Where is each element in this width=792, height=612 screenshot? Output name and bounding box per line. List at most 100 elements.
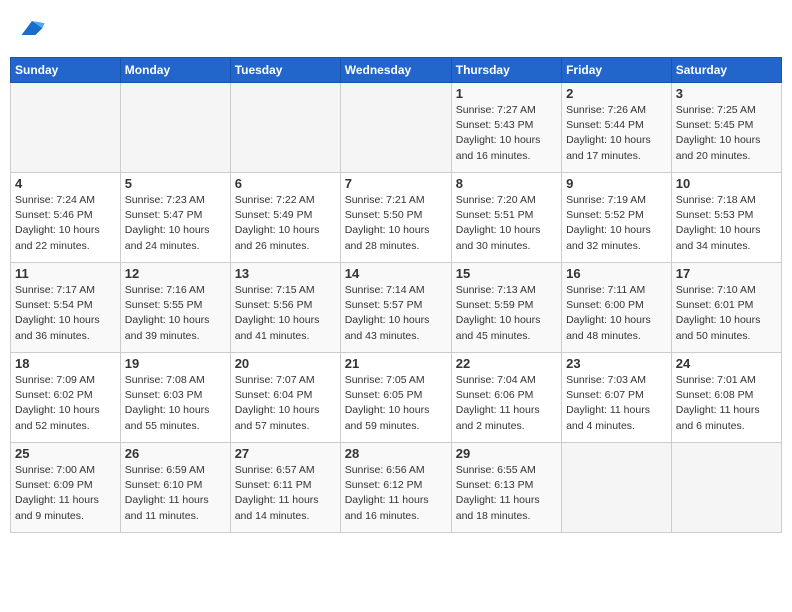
day-number: 18: [15, 356, 116, 371]
logo-icon: [18, 14, 46, 42]
calendar-cell: 14 Sunrise: 7:14 AM Sunset: 5:57 PM Dayli…: [340, 263, 451, 353]
calendar-header-row: SundayMondayTuesdayWednesdayThursdayFrid…: [11, 58, 782, 83]
calendar-cell: 25 Sunrise: 7:00 AM Sunset: 6:09 PM Dayli…: [11, 443, 121, 533]
day-info: Sunrise: 6:59 AM Sunset: 6:10 PM Dayligh…: [125, 463, 226, 524]
calendar-cell: [671, 443, 781, 533]
day-number: 13: [235, 266, 336, 281]
calendar-week-row: 1 Sunrise: 7:27 AM Sunset: 5:43 PM Daylig…: [11, 83, 782, 173]
calendar-cell: 27 Sunrise: 6:57 AM Sunset: 6:11 PM Dayli…: [230, 443, 340, 533]
day-number: 22: [456, 356, 557, 371]
calendar-cell: 29 Sunrise: 6:55 AM Sunset: 6:13 PM Dayli…: [451, 443, 561, 533]
day-number: 21: [345, 356, 447, 371]
page-header: [10, 10, 782, 51]
day-info: Sunrise: 7:16 AM Sunset: 5:55 PM Dayligh…: [125, 283, 226, 344]
day-info: Sunrise: 7:17 AM Sunset: 5:54 PM Dayligh…: [15, 283, 116, 344]
day-number: 12: [125, 266, 226, 281]
day-number: 11: [15, 266, 116, 281]
calendar-cell: 19 Sunrise: 7:08 AM Sunset: 6:03 PM Dayli…: [120, 353, 230, 443]
calendar-cell: 28 Sunrise: 6:56 AM Sunset: 6:12 PM Dayli…: [340, 443, 451, 533]
day-info: Sunrise: 7:20 AM Sunset: 5:51 PM Dayligh…: [456, 193, 557, 254]
day-info: Sunrise: 7:08 AM Sunset: 6:03 PM Dayligh…: [125, 373, 226, 434]
day-number: 10: [676, 176, 777, 191]
day-number: 1: [456, 86, 557, 101]
day-of-week-header: Saturday: [671, 58, 781, 83]
day-number: 5: [125, 176, 226, 191]
day-info: Sunrise: 7:21 AM Sunset: 5:50 PM Dayligh…: [345, 193, 447, 254]
day-info: Sunrise: 6:55 AM Sunset: 6:13 PM Dayligh…: [456, 463, 557, 524]
calendar-cell: 18 Sunrise: 7:09 AM Sunset: 6:02 PM Dayli…: [11, 353, 121, 443]
day-number: 28: [345, 446, 447, 461]
calendar-cell: 15 Sunrise: 7:13 AM Sunset: 5:59 PM Dayli…: [451, 263, 561, 353]
calendar-cell: 21 Sunrise: 7:05 AM Sunset: 6:05 PM Dayli…: [340, 353, 451, 443]
logo: [16, 14, 46, 47]
day-number: 20: [235, 356, 336, 371]
calendar-cell: 22Sunrise: 7:04 AM Sunset: 6:06 PM Dayli…: [451, 353, 561, 443]
day-info: Sunrise: 7:22 AM Sunset: 5:49 PM Dayligh…: [235, 193, 336, 254]
calendar-cell: 6Sunrise: 7:22 AM Sunset: 5:49 PM Daylig…: [230, 173, 340, 263]
day-info: Sunrise: 6:56 AM Sunset: 6:12 PM Dayligh…: [345, 463, 447, 524]
day-number: 15: [456, 266, 557, 281]
day-info: Sunrise: 7:19 AM Sunset: 5:52 PM Dayligh…: [566, 193, 667, 254]
calendar-cell: 4Sunrise: 7:24 AM Sunset: 5:46 PM Daylig…: [11, 173, 121, 263]
day-info: Sunrise: 7:10 AM Sunset: 6:01 PM Dayligh…: [676, 283, 777, 344]
day-of-week-header: Thursday: [451, 58, 561, 83]
calendar-cell: 10 Sunrise: 7:18 AM Sunset: 5:53 PM Dayli…: [671, 173, 781, 263]
calendar-week-row: 11 Sunrise: 7:17 AM Sunset: 5:54 PM Dayli…: [11, 263, 782, 353]
day-number: 17: [676, 266, 777, 281]
day-number: 2: [566, 86, 667, 101]
day-number: 24: [676, 356, 777, 371]
calendar-week-row: 18 Sunrise: 7:09 AM Sunset: 6:02 PM Dayli…: [11, 353, 782, 443]
day-info: Sunrise: 7:09 AM Sunset: 6:02 PM Dayligh…: [15, 373, 116, 434]
day-info: Sunrise: 7:26 AM Sunset: 5:44 PM Dayligh…: [566, 103, 667, 164]
calendar-cell: 11 Sunrise: 7:17 AM Sunset: 5:54 PM Dayli…: [11, 263, 121, 353]
calendar-cell: [120, 83, 230, 173]
day-number: 16: [566, 266, 667, 281]
day-info: Sunrise: 7:01 AM Sunset: 6:08 PM Dayligh…: [676, 373, 777, 434]
day-info: Sunrise: 7:23 AM Sunset: 5:47 PM Dayligh…: [125, 193, 226, 254]
day-info: Sunrise: 6:57 AM Sunset: 6:11 PM Dayligh…: [235, 463, 336, 524]
day-number: 7: [345, 176, 447, 191]
day-number: 29: [456, 446, 557, 461]
day-number: 8: [456, 176, 557, 191]
day-info: Sunrise: 7:15 AM Sunset: 5:56 PM Dayligh…: [235, 283, 336, 344]
calendar-cell: 20Sunrise: 7:07 AM Sunset: 6:04 PM Dayli…: [230, 353, 340, 443]
calendar-week-row: 25 Sunrise: 7:00 AM Sunset: 6:09 PM Dayli…: [11, 443, 782, 533]
day-number: 26: [125, 446, 226, 461]
day-info: Sunrise: 7:18 AM Sunset: 5:53 PM Dayligh…: [676, 193, 777, 254]
day-number: 3: [676, 86, 777, 101]
day-info: Sunrise: 7:11 AM Sunset: 6:00 PM Dayligh…: [566, 283, 667, 344]
calendar-cell: 1 Sunrise: 7:27 AM Sunset: 5:43 PM Daylig…: [451, 83, 561, 173]
day-of-week-header: Tuesday: [230, 58, 340, 83]
day-of-week-header: Friday: [562, 58, 672, 83]
calendar-cell: [340, 83, 451, 173]
calendar-table: SundayMondayTuesdayWednesdayThursdayFrid…: [10, 57, 782, 533]
day-of-week-header: Monday: [120, 58, 230, 83]
day-number: 14: [345, 266, 447, 281]
calendar-cell: 7 Sunrise: 7:21 AM Sunset: 5:50 PM Daylig…: [340, 173, 451, 263]
day-info: Sunrise: 7:05 AM Sunset: 6:05 PM Dayligh…: [345, 373, 447, 434]
calendar-week-row: 4Sunrise: 7:24 AM Sunset: 5:46 PM Daylig…: [11, 173, 782, 263]
day-number: 19: [125, 356, 226, 371]
day-info: Sunrise: 7:27 AM Sunset: 5:43 PM Dayligh…: [456, 103, 557, 164]
calendar-cell: 13 Sunrise: 7:15 AM Sunset: 5:56 PM Dayli…: [230, 263, 340, 353]
day-number: 4: [15, 176, 116, 191]
calendar-cell: 3Sunrise: 7:25 AM Sunset: 5:45 PM Daylig…: [671, 83, 781, 173]
calendar-cell: 26 Sunrise: 6:59 AM Sunset: 6:10 PM Dayli…: [120, 443, 230, 533]
day-info: Sunrise: 7:13 AM Sunset: 5:59 PM Dayligh…: [456, 283, 557, 344]
day-number: 9: [566, 176, 667, 191]
day-of-week-header: Wednesday: [340, 58, 451, 83]
day-info: Sunrise: 7:14 AM Sunset: 5:57 PM Dayligh…: [345, 283, 447, 344]
calendar-cell: 16 Sunrise: 7:11 AM Sunset: 6:00 PM Dayli…: [562, 263, 672, 353]
calendar-cell: 24 Sunrise: 7:01 AM Sunset: 6:08 PM Dayli…: [671, 353, 781, 443]
calendar-cell: 17 Sunrise: 7:10 AM Sunset: 6:01 PM Dayli…: [671, 263, 781, 353]
day-of-week-header: Sunday: [11, 58, 121, 83]
calendar-cell: [11, 83, 121, 173]
day-number: 25: [15, 446, 116, 461]
calendar-cell: [562, 443, 672, 533]
day-number: 27: [235, 446, 336, 461]
day-number: 23: [566, 356, 667, 371]
day-info: Sunrise: 7:00 AM Sunset: 6:09 PM Dayligh…: [15, 463, 116, 524]
calendar-cell: 8 Sunrise: 7:20 AM Sunset: 5:51 PM Daylig…: [451, 173, 561, 263]
calendar-cell: 9 Sunrise: 7:19 AM Sunset: 5:52 PM Daylig…: [562, 173, 672, 263]
calendar-cell: 23Sunrise: 7:03 AM Sunset: 6:07 PM Dayli…: [562, 353, 672, 443]
